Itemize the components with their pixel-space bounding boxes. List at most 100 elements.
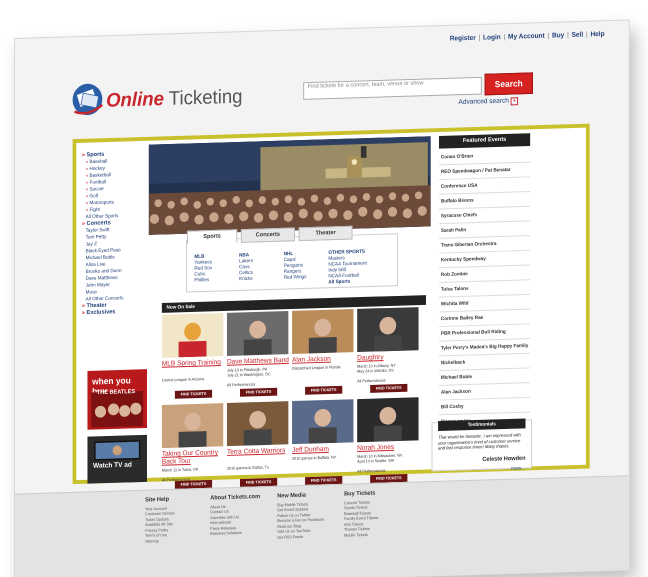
beatles-brand: THE BEATLES xyxy=(96,389,136,397)
event-photo-figure xyxy=(373,316,402,352)
search-input[interactable]: Find tickets for a concert, team, venue … xyxy=(303,76,482,100)
ticket-logo-icon xyxy=(72,83,104,116)
nav-separator: | xyxy=(567,32,569,39)
event-photo[interactable] xyxy=(226,311,289,356)
event-details: March 10 in Albany, NY May 24 in Wichita,… xyxy=(357,363,396,384)
left-nav-label: Michael Buble xyxy=(85,254,115,262)
find-tickets-button[interactable]: FIND TICKETS xyxy=(174,389,213,399)
event-detail-line: All Performances xyxy=(357,467,386,474)
event-detail-line: 2010 games in Buffalo, NY xyxy=(292,454,337,461)
left-nav-label: Concerts xyxy=(86,220,111,227)
event-name-link[interactable]: Norah Jones xyxy=(357,444,394,452)
footer-link[interactable]: Get RSS Feeds xyxy=(277,533,324,540)
featured-events-list: Conan O'Brien REO Speedwagon / Pat Benata… xyxy=(439,147,531,445)
site-logo[interactable]: Online Ticketing xyxy=(71,77,257,122)
tab-column-mlb: MLB Yankees Red Sox Cubs Phillies xyxy=(194,254,212,284)
tab-column-link[interactable]: Phillies xyxy=(194,277,212,283)
left-nav-label: Exclusives xyxy=(86,309,116,317)
footer-link[interactable]: Business Solutions xyxy=(210,529,260,536)
left-nav-label: Theater xyxy=(86,302,107,310)
screenshot-stage: Register | Login | My Account | Buy | Sell | Help … xyxy=(0,0,648,577)
tab-column-link[interactable]: Knicks xyxy=(239,276,253,282)
left-nav-label: Black Eyed Peas xyxy=(85,247,121,255)
search-button[interactable]: Search xyxy=(484,72,533,96)
event-photo-figure xyxy=(308,318,337,354)
event-photo[interactable] xyxy=(357,307,419,353)
event-photo[interactable] xyxy=(226,401,289,447)
topnav-link-login[interactable]: Login xyxy=(483,34,501,41)
event-name-link[interactable]: Alan Jackson xyxy=(292,356,331,364)
nav-separator: | xyxy=(547,32,550,40)
tab-column-other-sports: OTHER SPORTS Masters NCAA Tournament Indy 5… xyxy=(328,249,366,285)
event-photo[interactable] xyxy=(292,309,354,355)
event-name-link[interactable]: Dave Matthews Band xyxy=(227,357,289,366)
event-details: July 10 in Pittsburgh, PA July 21 in Wash… xyxy=(226,366,271,388)
event-photo[interactable] xyxy=(161,312,224,358)
footer: Site Help Your Account Customer Service Tic… xyxy=(14,475,629,577)
topnav-link-register[interactable]: Register xyxy=(450,35,476,43)
figure-body xyxy=(243,338,272,356)
topnav-link-help[interactable]: Help xyxy=(590,31,604,38)
left-nav-label: John Mayer xyxy=(85,282,110,289)
event-name-link[interactable]: MLB Spring Training xyxy=(162,359,223,369)
event-photo[interactable] xyxy=(357,397,419,443)
figure-body xyxy=(308,427,337,444)
event-card: Terra Cotta Warriors 2010 games in Dallas… xyxy=(226,401,289,495)
event-detail-line: All Performances xyxy=(226,381,256,388)
left-nav-label: Alisa Live xyxy=(85,261,106,269)
beatles-ad[interactable]: when you buy THE BEATLES xyxy=(87,369,147,430)
main-frame: » Sports» Baseball» Hockey» Basketball» … xyxy=(72,123,590,489)
event-photo-figure xyxy=(178,322,207,358)
footer-link[interactable]: Sitemap xyxy=(145,537,175,543)
tab-concerts[interactable]: Concerts xyxy=(240,227,295,243)
figure-body xyxy=(373,335,402,352)
left-nav-label: Baseball xyxy=(89,158,108,166)
tab-column-nba: NBA Lakers Cavs Celtics Knicks xyxy=(239,252,253,282)
search-bar: Find tickets for a concert, team, venue … xyxy=(303,72,533,100)
figure-body xyxy=(308,336,337,354)
event-details: Dispatched League in Florida xyxy=(292,364,340,370)
event-name-link[interactable]: Taking Our Country Back Tour xyxy=(162,449,223,467)
event-photo[interactable] xyxy=(292,399,354,445)
testimonial-quote: That would be fantastic. I am impressed … xyxy=(438,432,521,451)
find-tickets-button[interactable]: FIND TICKETS xyxy=(239,387,278,397)
event-name-link[interactable]: Daughtry xyxy=(357,354,383,362)
left-nav-label: Tom Petty xyxy=(85,234,107,241)
find-tickets-button[interactable]: FIND TICKETS xyxy=(370,383,408,393)
beatles-photo xyxy=(91,390,144,428)
topnav-link-sell[interactable]: Sell xyxy=(572,32,584,39)
event-details: March 10 in Milwaukee, WI April 10 in Sea… xyxy=(357,453,402,474)
tab-sports[interactable]: Sports xyxy=(186,229,238,245)
footer-heading: New Media xyxy=(277,492,307,500)
nav-separator: | xyxy=(585,31,588,39)
left-nav-label: All Other Sports xyxy=(85,213,119,221)
tab-column-link[interactable]: Red Wings xyxy=(284,274,307,281)
top-nav: Register | Login | My Account | Buy | Sell | Help xyxy=(450,31,605,43)
tab-column-link[interactable]: All Sports xyxy=(328,278,366,286)
topnav-link-my-account[interactable]: My Account xyxy=(508,33,545,41)
footer-column-buy-tickets: Buy Tickets Concert Tickets Sports Tickets… xyxy=(344,491,378,538)
left-nav: » Sports» Baseball» Hockey» Basketball» … xyxy=(82,151,147,318)
event-photo[interactable] xyxy=(161,403,224,449)
footer-link[interactable]: Mobile Tickets xyxy=(344,531,378,538)
event-card: Taking Our Country Back Tour March 11 in … xyxy=(161,403,224,497)
event-card: Jeff Dunham 2010 games in Buffalo, NY FIND… xyxy=(292,399,354,493)
tab-theater[interactable]: Theater xyxy=(298,225,353,242)
website-page: Register | Login | My Account | Buy | Sell | Help … xyxy=(14,19,630,577)
event-name-link[interactable]: Jeff Dunham xyxy=(292,446,329,454)
figure-body xyxy=(178,431,207,448)
footer-heading: Site Help xyxy=(145,496,170,504)
tv-ad[interactable]: Watch TV ad xyxy=(87,434,147,484)
footer-column-new-media: New Media Buy Mobile Tickets Get Email Upd… xyxy=(277,493,324,539)
footer-column-site-help: Site Help Your Account Customer Service Tic… xyxy=(145,496,175,544)
advanced-search-link[interactable]: Advanced search + xyxy=(459,97,519,107)
left-nav-item-exclusives[interactable]: » Exclusives xyxy=(82,308,147,317)
event-name-link[interactable]: Terra Cotta Warriors xyxy=(227,447,288,457)
topnav-link-buy[interactable]: Buy xyxy=(552,32,564,39)
find-tickets-button[interactable]: FIND TICKETS xyxy=(305,385,343,395)
event-card: Alan Jackson Dispatched League in Florida… xyxy=(292,309,354,403)
testimonials-more-link[interactable]: more... xyxy=(511,466,525,472)
tab-column-nhl: NHL Capsl Penguins Rangers Red Wings xyxy=(284,251,307,281)
event-detail-line: All Performances xyxy=(357,377,386,384)
left-nav-label: Dave Matthews xyxy=(85,274,118,282)
